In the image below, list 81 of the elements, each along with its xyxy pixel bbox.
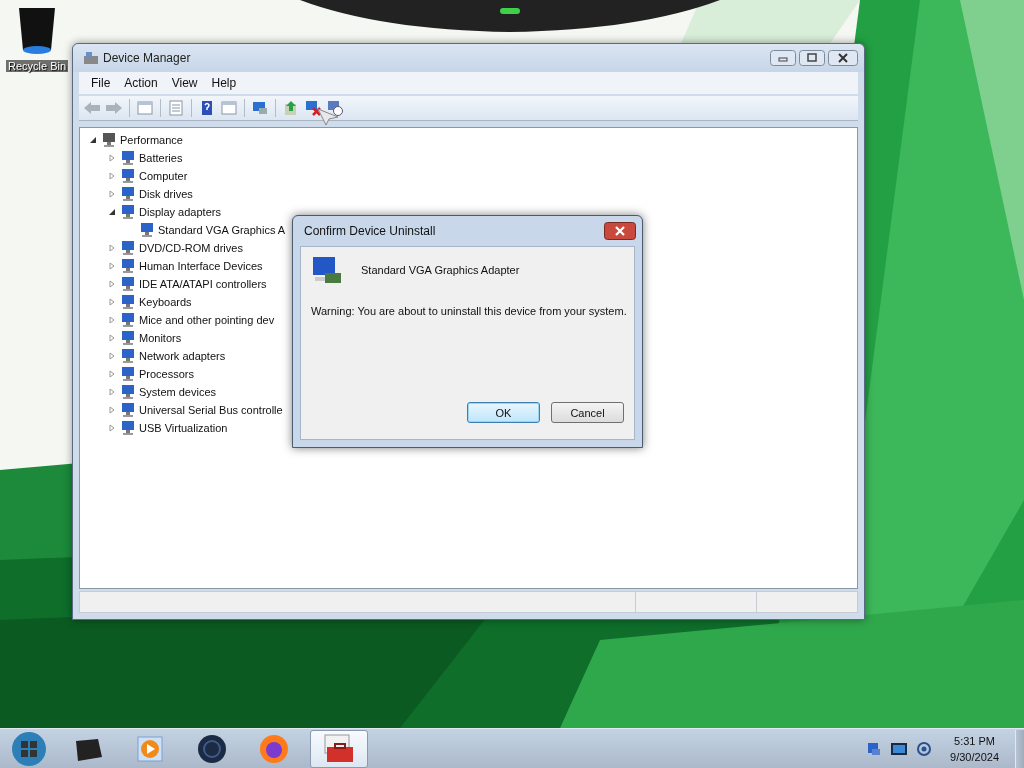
expand-arrow-icon[interactable] bbox=[108, 280, 116, 288]
menu-item[interactable]: File bbox=[85, 74, 117, 92]
expand-arrow-icon[interactable] bbox=[108, 406, 116, 414]
tree-item[interactable]: Mice and other pointing dev bbox=[139, 314, 275, 326]
tree-item[interactable]: Keyboards bbox=[139, 296, 192, 308]
maximize-button[interactable] bbox=[799, 50, 825, 66]
tree-item[interactable]: Human Interface Devices bbox=[139, 260, 263, 272]
expand-arrow-icon[interactable] bbox=[108, 370, 116, 378]
expand-arrow-icon[interactable] bbox=[108, 244, 116, 252]
menu-item[interactable]: View bbox=[165, 74, 204, 92]
expand-arrow-icon[interactable] bbox=[108, 190, 116, 198]
expand-arrow-icon[interactable] bbox=[108, 352, 116, 360]
expand-arrow-icon[interactable] bbox=[108, 172, 116, 180]
desktop-icon-label[interactable]: Recycle Bin bbox=[5, 60, 69, 72]
monitor-icon[interactable] bbox=[251, 100, 269, 116]
collapse-arrow-icon[interactable] bbox=[89, 136, 97, 144]
tree-item[interactable]: Monitors bbox=[139, 332, 182, 344]
expand-arrow-icon[interactable] bbox=[108, 154, 116, 162]
device-icon bbox=[120, 204, 136, 220]
tree-item[interactable]: Universal Serial Bus controlle bbox=[139, 404, 283, 416]
device-icon bbox=[101, 132, 117, 148]
list-icon[interactable] bbox=[167, 100, 185, 116]
device-icon bbox=[120, 366, 136, 382]
taskbar-button[interactable] bbox=[310, 730, 368, 768]
window-title: Device Manager bbox=[103, 51, 192, 65]
tree-item[interactable]: DVD/CD-ROM drives bbox=[139, 242, 243, 254]
back-arrow-icon[interactable] bbox=[83, 100, 101, 116]
tree-item[interactable]: Performance bbox=[120, 134, 183, 146]
panel-icon[interactable] bbox=[136, 100, 154, 116]
device-manager-icon bbox=[83, 51, 99, 65]
collapse-arrow-icon[interactable] bbox=[108, 208, 116, 216]
menu-item[interactable]: Action bbox=[118, 74, 164, 92]
tree-item[interactable]: Network adapters bbox=[139, 350, 226, 362]
tree-item[interactable]: Processors bbox=[139, 368, 195, 380]
device-icon bbox=[120, 402, 136, 418]
expand-arrow-icon[interactable] bbox=[108, 334, 116, 342]
display-icon[interactable] bbox=[890, 742, 909, 756]
mouse-pointer-icon bbox=[317, 108, 339, 126]
forward-arrow-icon[interactable] bbox=[105, 100, 123, 116]
expand-arrow-icon[interactable] bbox=[108, 262, 116, 270]
device-icon bbox=[139, 222, 155, 238]
tree-item[interactable]: Display adapters bbox=[139, 206, 221, 218]
warning-message: Warning: You are about to uninstall this device from your system. bbox=[311, 305, 624, 317]
device-name: Standard VGA Graphics Adapter bbox=[361, 264, 520, 276]
expand-arrow-icon[interactable] bbox=[108, 298, 116, 306]
device-icon bbox=[120, 168, 136, 184]
speaker-icon[interactable] bbox=[916, 741, 933, 757]
device-icon bbox=[120, 330, 136, 346]
device-icon bbox=[120, 240, 136, 256]
monitor-card-icon bbox=[311, 255, 343, 285]
minimize-button[interactable] bbox=[770, 50, 796, 66]
device-icon bbox=[120, 420, 136, 436]
dialog-button[interactable]: OK bbox=[467, 402, 540, 423]
device-icon bbox=[120, 186, 136, 202]
close-button[interactable] bbox=[828, 50, 858, 66]
device-icon bbox=[120, 294, 136, 310]
device-icon bbox=[120, 348, 136, 364]
expand-arrow-icon[interactable] bbox=[108, 424, 116, 432]
expand-arrow-icon[interactable] bbox=[108, 316, 116, 324]
tree-item[interactable]: System devices bbox=[139, 386, 217, 398]
network-icon[interactable] bbox=[866, 741, 883, 757]
tree-item[interactable]: Batteries bbox=[139, 152, 183, 164]
uninstall-icon[interactable] bbox=[304, 100, 322, 116]
menu-item[interactable]: Help bbox=[205, 74, 243, 92]
dialog-button[interactable]: Cancel bbox=[551, 402, 624, 423]
device-icon bbox=[120, 150, 136, 166]
close-button[interactable] bbox=[604, 222, 636, 240]
device-icon bbox=[120, 258, 136, 274]
device-icon bbox=[120, 312, 136, 328]
tree-item[interactable]: Computer bbox=[139, 170, 188, 182]
tree-item[interactable]: Disk drives bbox=[139, 188, 193, 200]
start-orb-icon bbox=[10, 730, 48, 768]
tree-item[interactable]: USB Virtualization bbox=[139, 422, 228, 434]
tree-item[interactable]: IDE ATA/ATAPI controllers bbox=[139, 278, 267, 290]
play-icon bbox=[135, 734, 165, 764]
expand-arrow-icon[interactable] bbox=[108, 388, 116, 396]
clock[interactable]: 5:31 PM 9/30/2024 bbox=[950, 733, 999, 765]
device-icon bbox=[120, 276, 136, 292]
device-icon bbox=[120, 384, 136, 400]
dialog-title: Confirm Device Uninstall bbox=[304, 224, 436, 238]
tree-item[interactable]: Standard VGA Graphics A bbox=[158, 224, 286, 236]
